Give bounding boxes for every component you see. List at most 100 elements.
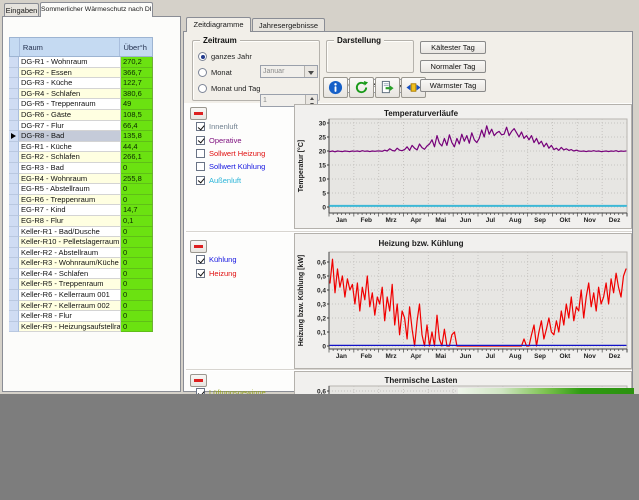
row-selector-cell[interactable] bbox=[9, 142, 19, 153]
table-row[interactable]: EG-R4 - Wohnraum255,8 bbox=[9, 174, 153, 185]
checkbox-checked[interactable] bbox=[196, 176, 205, 185]
row-selector-cell[interactable] bbox=[9, 184, 19, 195]
overheat-hours-cell[interactable]: 270,2 bbox=[121, 57, 153, 68]
table-row[interactable]: EG-R3 - Bad0 bbox=[9, 163, 153, 174]
table-row[interactable]: Keller-R8 - Flur0 bbox=[9, 311, 153, 322]
row-selector-cell[interactable] bbox=[9, 237, 19, 248]
room-name-cell[interactable]: DG-R2 - Essen bbox=[19, 68, 121, 79]
room-name-cell[interactable]: Keller-R5 - Treppenraum bbox=[19, 279, 121, 290]
waermster-tag-button[interactable]: Wärmster Tag bbox=[420, 79, 486, 92]
row-selector-cell[interactable] bbox=[9, 301, 19, 312]
radio-ganzes-jahr-control[interactable] bbox=[198, 52, 207, 61]
room-name-cell[interactable]: EG-R5 - Abstellraum bbox=[19, 184, 121, 195]
heizung-chart-panel[interactable]: 00,10,20,30,40,50,6JanFebMrzAprMaiJunJul… bbox=[294, 233, 632, 369]
row-selector-cell[interactable] bbox=[9, 121, 19, 132]
room-name-cell[interactable]: EG-R7 - Kind bbox=[19, 205, 121, 216]
room-name-cell[interactable]: Keller-R9 - Heizungsaufstellraum bbox=[19, 322, 121, 333]
overheat-hours-cell[interactable]: 44,4 bbox=[121, 142, 153, 153]
row-selector-cell[interactable] bbox=[9, 322, 19, 333]
room-name-cell[interactable]: DG-R5 - Treppenraum bbox=[19, 99, 121, 110]
radio-monat-und-tag-control[interactable] bbox=[198, 84, 207, 93]
overheat-hours-cell[interactable]: 0 bbox=[121, 290, 153, 301]
row-selector-cell[interactable] bbox=[9, 152, 19, 163]
row-selector-cell[interactable] bbox=[9, 258, 19, 269]
row-selector-cell[interactable] bbox=[9, 110, 19, 121]
info-button[interactable] bbox=[323, 77, 348, 98]
table-header-ueberh[interactable]: Über°h bbox=[120, 38, 152, 56]
table-row[interactable]: EG-R8 - Flur0,1 bbox=[9, 216, 153, 227]
overheat-hours-cell[interactable]: 380,6 bbox=[121, 89, 153, 100]
checkbox-checked[interactable] bbox=[196, 269, 205, 278]
overheat-hours-cell[interactable]: 0 bbox=[121, 258, 153, 269]
table-row[interactable]: EG-R1 - Küche44,4 bbox=[9, 142, 153, 153]
table-row[interactable]: DG-R2 - Essen366,7 bbox=[9, 68, 153, 79]
table-header-raum[interactable]: Raum bbox=[20, 38, 121, 56]
row-selector-cell[interactable] bbox=[9, 195, 19, 206]
room-name-cell[interactable]: Keller-R4 - Schlafen bbox=[19, 269, 121, 280]
radio-ganzes-jahr[interactable]: ganzes Jahr bbox=[198, 51, 252, 62]
room-name-cell[interactable]: Keller-R3 - Wohnraum/Küche bbox=[19, 258, 121, 269]
row-selector-cell[interactable] bbox=[9, 205, 19, 216]
table-row[interactable]: DG-R1 - Wohnraum270,2 bbox=[9, 57, 153, 68]
room-name-cell[interactable]: Keller-R1 - Bad/Dusche bbox=[19, 227, 121, 238]
row-selector-cell[interactable] bbox=[9, 68, 19, 79]
overheat-hours-cell[interactable]: 0 bbox=[121, 163, 153, 174]
checkbox-checked[interactable] bbox=[196, 136, 205, 145]
row-selector-cell[interactable] bbox=[9, 311, 19, 322]
radio-monat[interactable]: Monat bbox=[198, 67, 232, 78]
overheat-hours-cell[interactable]: 0 bbox=[121, 227, 153, 238]
table-row[interactable]: DG-R3 - Küche122,7 bbox=[9, 78, 153, 89]
table-row[interactable]: EG-R5 - Abstellraum0 bbox=[9, 184, 153, 195]
room-name-cell[interactable]: DG-R6 - Gäste bbox=[19, 110, 121, 121]
overheat-hours-cell[interactable]: 0 bbox=[121, 269, 153, 280]
row-selector-cell[interactable] bbox=[9, 174, 19, 185]
table-row[interactable]: Keller-R5 - Treppenraum0 bbox=[9, 279, 153, 290]
overheat-hours-cell[interactable]: 0 bbox=[121, 301, 153, 312]
table-row[interactable]: Keller-R2 - Abstellraum0 bbox=[9, 248, 153, 259]
row-selector-cell[interactable] bbox=[9, 279, 19, 290]
row-selector-cell[interactable] bbox=[9, 78, 19, 89]
checkbox-unchecked[interactable] bbox=[196, 162, 205, 171]
row-selector-cell[interactable] bbox=[9, 89, 19, 100]
table-row[interactable]: Keller-R6 - Kellerraum 0010 bbox=[9, 290, 153, 301]
row-selector-cell[interactable] bbox=[9, 248, 19, 259]
kaeltester-tag-button[interactable]: Kältester Tag bbox=[420, 41, 486, 54]
radio-monat-control[interactable] bbox=[198, 68, 207, 77]
room-name-cell[interactable]: EG-R4 - Wohnraum bbox=[19, 174, 121, 185]
room-name-cell[interactable]: Keller-R2 - Abstellraum bbox=[19, 248, 121, 259]
row-selector-cell[interactable] bbox=[9, 99, 19, 110]
table-row[interactable]: EG-R2 - Schlafen266,1 bbox=[9, 152, 153, 163]
table-row[interactable]: DG-R6 - Gäste108,5 bbox=[9, 110, 153, 121]
overheat-hours-cell[interactable]: 14,7 bbox=[121, 205, 153, 216]
table-row[interactable]: DG-R5 - Treppenraum49 bbox=[9, 99, 153, 110]
overheat-hours-cell[interactable]: 135,8 bbox=[121, 131, 153, 142]
row-selector-cell[interactable] bbox=[9, 227, 19, 238]
overheat-hours-cell[interactable]: 255,8 bbox=[121, 174, 153, 185]
overheat-hours-cell[interactable]: 366,7 bbox=[121, 68, 153, 79]
overheat-hours-cell[interactable]: 49 bbox=[121, 99, 153, 110]
checkbox-checked[interactable] bbox=[196, 122, 205, 131]
overheat-hours-cell[interactable]: 0 bbox=[121, 322, 153, 333]
overheat-hours-cell[interactable]: 0 bbox=[121, 311, 153, 322]
radio-monat-und-tag[interactable]: Monat und Tag bbox=[198, 83, 260, 94]
table-row[interactable]: Keller-R4 - Schlafen0 bbox=[9, 269, 153, 280]
room-name-cell[interactable]: EG-R2 - Schlafen bbox=[19, 152, 121, 163]
row-selector-cell[interactable] bbox=[9, 163, 19, 174]
overheat-hours-cell[interactable]: 266,1 bbox=[121, 152, 153, 163]
room-name-cell[interactable]: DG-R8 - Bad bbox=[19, 131, 121, 142]
temperature-chart-panel[interactable]: 051015202530JanFebMrzAprMaiJunJulAugSepO… bbox=[294, 104, 632, 229]
overheat-hours-cell[interactable]: 108,5 bbox=[121, 110, 153, 121]
month-select[interactable]: Januar bbox=[260, 65, 318, 78]
room-name-cell[interactable]: DG-R7 - Flur bbox=[19, 121, 121, 132]
refresh-button[interactable] bbox=[349, 77, 374, 98]
room-name-cell[interactable]: DG-R1 - Wohnraum bbox=[19, 57, 121, 68]
room-name-cell[interactable]: EG-R1 - Küche bbox=[19, 142, 121, 153]
heizung-chart[interactable]: 00,10,20,30,40,50,6JanFebMrzAprMaiJunJul… bbox=[295, 234, 631, 368]
room-name-cell[interactable]: DG-R3 - Küche bbox=[19, 78, 121, 89]
tab-jahresergebnisse[interactable]: Jahresergebnisse bbox=[252, 18, 325, 32]
overheat-hours-cell[interactable]: 122,7 bbox=[121, 78, 153, 89]
overheat-hours-cell[interactable]: 0 bbox=[121, 279, 153, 290]
overheat-hours-cell[interactable]: 66,4 bbox=[121, 121, 153, 132]
row-selector-cell[interactable] bbox=[9, 290, 19, 301]
row-selector-cell[interactable] bbox=[9, 131, 19, 142]
